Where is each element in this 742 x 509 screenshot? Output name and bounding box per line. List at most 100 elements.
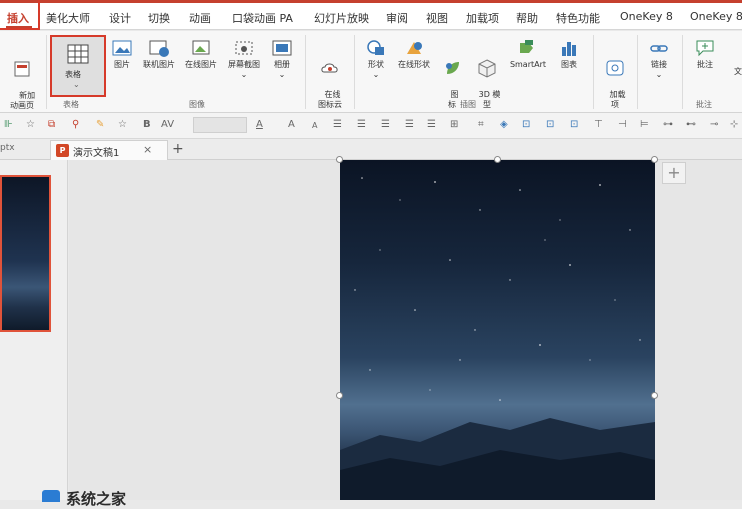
icon-cloud-icon [321, 63, 338, 73]
shapes-label: 形状 [368, 60, 384, 69]
align-top-icon[interactable]: ⊡ [522, 119, 530, 130]
pin-icon[interactable]: ⚲ [72, 119, 79, 130]
starry-night-picture [340, 177, 655, 500]
more-icon[interactable]: ⊹ [730, 119, 738, 130]
online-icons-button[interactable]: 在线 图标云 [312, 38, 348, 110]
tab-onekey-2[interactable]: OneKey 8 [690, 10, 742, 23]
star-outline-icon[interactable]: ☆ [118, 119, 127, 130]
tab-review[interactable]: 审阅 [386, 10, 408, 26]
resize-handle[interactable] [651, 156, 658, 163]
powerpoint-icon: P [56, 144, 69, 157]
indent-icon[interactable]: ☰ [427, 119, 436, 130]
new-animation-page-button[interactable]: 新加 动画页 [4, 39, 40, 121]
chart-button[interactable]: 图表 [556, 38, 582, 70]
screenshot-button[interactable]: 屏幕截图 ⌄ [223, 38, 265, 80]
align-bottom-icon[interactable]: ⊡ [570, 119, 578, 130]
resize-handle[interactable] [494, 156, 501, 163]
table-label: 表格 [65, 70, 81, 79]
grid-icon[interactable]: ⊞ [450, 119, 458, 130]
separator [593, 35, 594, 109]
online-picture2-label: 在线图片 [185, 60, 217, 69]
online-picture2-button[interactable]: 在线图片 [180, 38, 222, 70]
prev-document-tab[interactable]: ptx [0, 143, 15, 153]
frame-icon[interactable]: ⧉ [48, 119, 55, 130]
rotate-icon[interactable]: ⊸ [710, 119, 718, 130]
text-group-label: 文 [734, 67, 742, 76]
shape-fill-icon[interactable]: ◈ [500, 119, 508, 130]
comment-label: 批注 [697, 60, 713, 69]
online-pictures-label: 联机图片 [143, 60, 175, 69]
distribute-h-icon[interactable]: ⊣ [618, 119, 627, 130]
shrink-font-button[interactable]: A [312, 121, 317, 130]
album-icon [272, 40, 292, 56]
tab-addins[interactable]: 加载项 [466, 10, 499, 26]
format-toolbar: ⊪ ☆ ⧉ ⚲ ✎ ☆ B AV A A A ☰ ☰ ☰ ☰ ☰ ⊞ ⌗ ◈ ⊡… [0, 113, 742, 139]
align-right-icon[interactable]: ☰ [381, 119, 390, 130]
picture-label: 图片 [114, 60, 130, 69]
separator [46, 35, 47, 109]
tab-pocket-animation[interactable]: 口袋动画 PA [232, 10, 293, 26]
crop-icon[interactable]: ⌗ [478, 119, 484, 130]
bold-button[interactable]: B [143, 119, 151, 130]
table-style-icon[interactable]: ⊪ [4, 119, 13, 130]
spacing-icon[interactable]: ⊷ [686, 119, 696, 130]
distribute-icon[interactable]: ⊤ [594, 119, 603, 130]
album-button[interactable]: 相册 ⌄ [268, 38, 296, 80]
link-icon [650, 45, 668, 52]
align-middle-icon[interactable]: ⊡ [546, 119, 554, 130]
resize-handle[interactable] [336, 156, 343, 163]
brush-icon[interactable]: ✎ [96, 119, 104, 130]
chart-label: 图表 [561, 60, 577, 69]
font-size-input[interactable] [193, 117, 247, 133]
album-label: 相册 [274, 60, 290, 69]
smartart-icon [520, 40, 533, 53]
justify-icon[interactable]: ☰ [405, 119, 414, 130]
align-center-icon[interactable]: ☰ [357, 119, 366, 130]
cloud-picture-icon [192, 40, 210, 55]
shapes-button[interactable]: 形状 ⌄ [362, 38, 390, 80]
group-icon[interactable]: ⊶ [663, 119, 673, 130]
slide-image[interactable] [340, 160, 655, 500]
slide-thumbnail[interactable] [0, 175, 51, 332]
grow-font-button[interactable]: A [288, 119, 295, 130]
tab-transitions[interactable]: 切换 [148, 10, 170, 26]
shapes-icon [367, 40, 384, 55]
smartart-button[interactable]: SmartArt [505, 38, 551, 70]
font-color-button[interactable]: A [256, 119, 263, 130]
online-shapes-button[interactable]: 在线形状 [394, 38, 434, 70]
tab-onekey[interactable]: OneKey 8 [620, 10, 673, 23]
close-tab-icon[interactable]: × [143, 143, 152, 156]
tab-slideshow[interactable]: 幻灯片放映 [314, 10, 369, 26]
smartart-label: SmartArt [509, 60, 547, 69]
chevron-down-icon: ⌄ [73, 80, 80, 89]
kerning-button[interactable]: AV [161, 119, 174, 130]
tab-view[interactable]: 视图 [426, 10, 448, 26]
chevron-down-icon: ⌄ [372, 70, 380, 79]
add-tab-button[interactable]: + [172, 141, 184, 157]
comment-button[interactable]: 批注 [690, 38, 720, 70]
tab-help[interactable]: 帮助 [516, 10, 538, 26]
picture-button[interactable]: 图片 [109, 38, 135, 70]
online-pictures-button[interactable]: 联机图片 [139, 38, 179, 70]
online-shapes-label: 在线形状 [398, 60, 430, 69]
resize-handle[interactable] [336, 392, 343, 399]
align-left-icon[interactable]: ☰ [333, 119, 342, 130]
online-picture-icon [149, 40, 169, 57]
cube-icon [478, 59, 496, 78]
star-icon[interactable]: ☆ [26, 119, 35, 130]
link-button[interactable]: 链接 ⌄ [645, 38, 673, 80]
resize-handle[interactable] [651, 392, 658, 399]
watermark-logo [42, 490, 60, 502]
layout-add-button[interactable]: + [662, 162, 686, 184]
separator [637, 35, 638, 109]
tab-design[interactable]: 设计 [109, 10, 131, 26]
tab-features[interactable]: 特色功能 [556, 10, 600, 26]
tab-animations[interactable]: 动画 [189, 10, 211, 26]
tab-beautify[interactable]: 美化大师 [46, 10, 90, 26]
document-tab-active[interactable]: P 演示文稿1 × [50, 140, 168, 160]
table-button[interactable]: 表格 ⌄ [50, 35, 106, 97]
align-objects-icon[interactable]: ⊨ [640, 119, 649, 130]
title-strip [0, 0, 742, 3]
picture-icon [112, 40, 132, 56]
menu-bar: 插入 美化大师 设计 切换 动画 口袋动画 PA 幻灯片放映 审阅 视图 加载项… [0, 0, 742, 30]
